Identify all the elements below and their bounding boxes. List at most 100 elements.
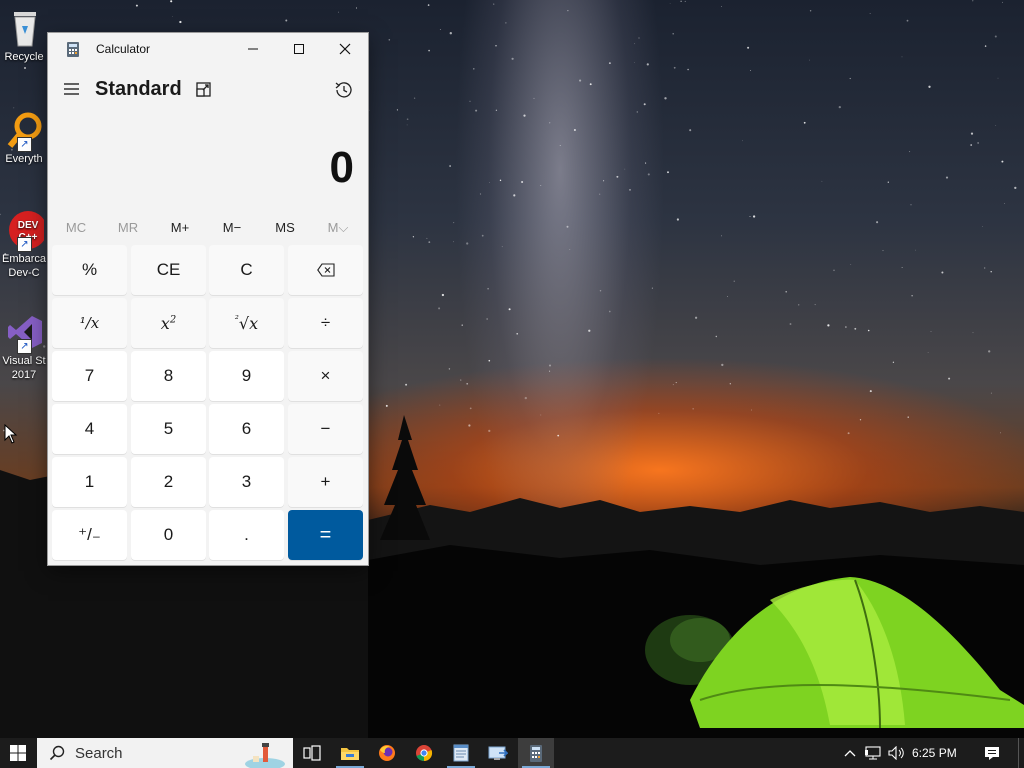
subtract-button[interactable]: − xyxy=(288,404,363,454)
desktop-icon-embarcadero-dev-cpp[interactable]: DEVC++ ↗ Embarca Dev-C xyxy=(0,210,48,280)
digit-6-button[interactable]: 6 xyxy=(209,404,284,454)
add-button[interactable]: + xyxy=(288,457,363,507)
calculator-app-icon xyxy=(67,42,79,57)
visual-studio-icon: ↗ xyxy=(4,312,44,354)
taskbar-calculator[interactable] xyxy=(518,738,554,768)
digit-1-button[interactable]: 1 xyxy=(52,457,127,507)
close-icon xyxy=(339,43,351,55)
root-variable: x xyxy=(249,313,259,333)
square-root-button[interactable]: ²√x xyxy=(209,298,284,348)
digit-7-button[interactable]: 7 xyxy=(52,351,127,401)
percent-button[interactable]: % xyxy=(52,245,127,295)
search-icon xyxy=(49,745,65,761)
window-title: Calculator xyxy=(96,42,151,56)
memory-store-button[interactable]: MS xyxy=(259,215,311,241)
close-button[interactable] xyxy=(322,33,368,65)
square-exponent: 2 xyxy=(169,314,177,326)
shortcut-arrow-icon: ↗ xyxy=(17,339,32,354)
show-desktop-button[interactable] xyxy=(1018,738,1024,768)
square-button[interactable]: x2 xyxy=(131,298,206,348)
root-index: ² xyxy=(234,314,239,326)
result-display: 0 xyxy=(329,143,354,192)
square-variable: x xyxy=(160,313,170,333)
digit-4-button[interactable]: 4 xyxy=(52,404,127,454)
maximize-icon xyxy=(294,44,304,54)
taskbar: Search 6:25 PM xyxy=(0,738,1024,768)
desktop-icon-label: Visual St xyxy=(2,355,46,367)
search-placeholder: Search xyxy=(75,745,123,762)
action-center-button[interactable] xyxy=(978,738,1006,768)
taskbar-remote-desktop[interactable] xyxy=(480,738,516,768)
everything-search-icon: ↗ xyxy=(4,110,44,152)
desktop-icon-label: Everyth xyxy=(5,153,43,165)
desktop-icon-label: Embarca xyxy=(1,253,47,265)
notifications-icon xyxy=(985,746,999,760)
digit-2-button[interactable]: 2 xyxy=(131,457,206,507)
network-icon xyxy=(865,746,881,760)
taskbar-firefox[interactable] xyxy=(369,738,405,768)
taskbar-file-explorer[interactable] xyxy=(332,738,368,768)
recycle-bin-icon xyxy=(4,8,44,48)
taskbar-notepad[interactable] xyxy=(443,738,479,768)
shortcut-arrow-icon: ↗ xyxy=(17,237,32,252)
memory-recall-button[interactable]: MR xyxy=(102,215,154,241)
digit-9-button[interactable]: 9 xyxy=(209,351,284,401)
mouse-cursor-icon xyxy=(4,424,18,444)
reciprocal-button[interactable]: ¹/x xyxy=(52,298,127,348)
divide-button[interactable]: ÷ xyxy=(288,298,363,348)
memory-toolbar: MC MR M+ M− MS M⌵ xyxy=(48,215,368,241)
network-tray-button[interactable] xyxy=(862,738,886,768)
shortcut-arrow-icon: ↗ xyxy=(17,137,32,152)
equals-button[interactable]: = xyxy=(288,510,363,560)
backspace-button[interactable] xyxy=(288,245,363,295)
hamburger-icon xyxy=(64,83,79,95)
firefox-icon xyxy=(379,745,395,761)
keep-on-top-icon xyxy=(196,82,211,97)
windows-logo-icon xyxy=(10,745,26,761)
reciprocal-variable: x xyxy=(90,314,100,332)
dev-cpp-icon: DEVC++ ↗ xyxy=(4,210,47,252)
memory-list-button[interactable]: M⌵ xyxy=(312,215,364,241)
digit-0-button[interactable]: 0 xyxy=(131,510,206,560)
minimize-button[interactable] xyxy=(230,33,276,65)
taskbar-clock[interactable]: 6:25 PM xyxy=(912,746,957,760)
volume-tray-button[interactable] xyxy=(886,738,908,768)
digit-3-button[interactable]: 3 xyxy=(209,457,284,507)
memory-subtract-button[interactable]: M− xyxy=(206,215,258,241)
desktop-icon-recycle-bin[interactable]: Recycle xyxy=(0,8,48,64)
multiply-button[interactable]: × xyxy=(288,351,363,401)
navigation-menu-button[interactable] xyxy=(60,77,84,101)
keep-on-top-button[interactable] xyxy=(193,79,215,101)
search-highlight-icon xyxy=(245,743,285,768)
desktop-icon-label-line2: 2017 xyxy=(11,369,37,381)
show-hidden-icons-button[interactable] xyxy=(840,738,860,768)
clear-button[interactable]: C xyxy=(209,245,284,295)
memory-clear-button[interactable]: MC xyxy=(50,215,102,241)
calculator-window: Calculator Standard 0 MC MR M+ M− MS M⌵ … xyxy=(48,33,368,565)
desktop-icon-everything[interactable]: ↗ Everyth xyxy=(0,110,48,166)
notepad-icon xyxy=(453,744,469,762)
backspace-icon xyxy=(316,263,335,277)
task-view-button[interactable] xyxy=(294,738,330,768)
svg-text:DEV: DEV xyxy=(18,220,39,231)
history-button[interactable] xyxy=(332,79,354,101)
taskbar-search-box[interactable]: Search xyxy=(37,738,293,768)
taskbar-chrome[interactable] xyxy=(406,738,442,768)
maximize-button[interactable] xyxy=(276,33,322,65)
folder-icon xyxy=(341,748,359,760)
minimize-icon xyxy=(248,48,258,50)
desktop-icon-label-line2: Dev-C xyxy=(8,267,40,279)
title-bar[interactable]: Calculator xyxy=(48,33,368,65)
digit-5-button[interactable]: 5 xyxy=(131,404,206,454)
negate-button[interactable]: ⁺/₋ xyxy=(52,510,127,560)
decimal-button[interactable]: . xyxy=(209,510,284,560)
memory-add-button[interactable]: M+ xyxy=(154,215,206,241)
clear-entry-button[interactable]: CE xyxy=(131,245,206,295)
reciprocal-numerator: ¹ xyxy=(79,314,86,332)
mode-title: Standard xyxy=(95,78,182,100)
calculator-header: Standard xyxy=(48,73,368,113)
desktop-icon-visual-studio-2017[interactable]: ↗ Visual St 2017 xyxy=(0,312,48,382)
start-button[interactable] xyxy=(0,738,36,768)
digit-8-button[interactable]: 8 xyxy=(131,351,206,401)
history-icon xyxy=(335,82,352,98)
